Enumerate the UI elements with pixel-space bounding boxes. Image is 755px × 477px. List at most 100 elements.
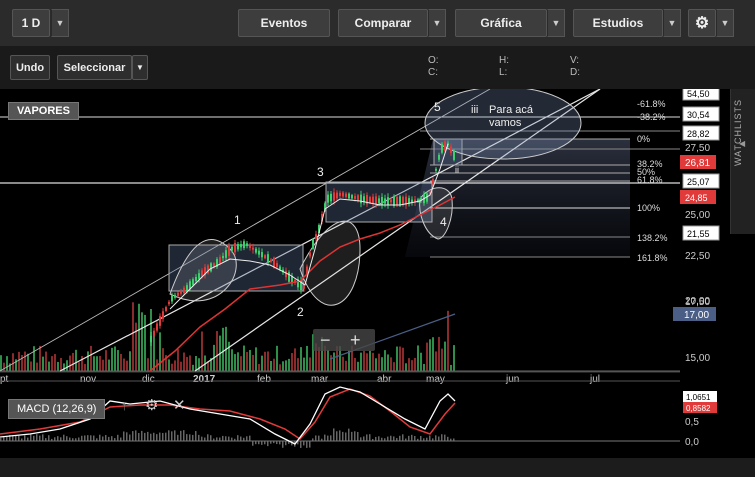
volume-bar [261, 355, 263, 371]
candle-body [201, 270, 203, 277]
macd-histogram-bar [435, 435, 437, 441]
select-tool-button[interactable]: Seleccionar [57, 55, 132, 80]
macd-histogram-bar [207, 434, 209, 441]
macd-histogram-bar [300, 441, 302, 448]
volume-bar [450, 364, 452, 371]
volume-bar [429, 339, 431, 371]
volume-bar [78, 362, 80, 371]
macd-histogram-bar [99, 434, 101, 441]
macd-histogram-bar [126, 432, 128, 441]
macd-histogram-bar [171, 431, 173, 441]
volume-bar [24, 351, 26, 371]
volume-bar [381, 357, 383, 371]
zoom-in-icon[interactable]: + [350, 330, 361, 350]
candle-body [153, 330, 155, 336]
time-tick: mar [311, 374, 329, 385]
volume-bar [216, 331, 218, 371]
volume-bar [174, 360, 176, 371]
volume-bar [102, 359, 104, 371]
macd-histogram-bar [27, 437, 29, 441]
volume-bar [291, 353, 293, 371]
time-tick: abr [377, 374, 392, 385]
undo-button[interactable]: Undo [10, 55, 50, 80]
gear-icon[interactable]: ⚙ [145, 396, 158, 414]
price-tick: 15,00 [685, 353, 710, 364]
volume-bar [120, 353, 122, 371]
volume-bar [378, 353, 380, 371]
macd-histogram-bar [357, 432, 359, 441]
symbol-label[interactable]: VAPORES [8, 102, 79, 120]
macd-histogram-bar [402, 434, 404, 441]
macd-histogram-bar [39, 435, 41, 441]
candle-body [237, 244, 239, 250]
ohlc-high: H: [499, 55, 509, 66]
volume-bar [258, 363, 260, 371]
chart-type-button[interactable]: Gráfica [455, 9, 547, 37]
select-dropdown-caret[interactable]: ▼ [132, 55, 148, 80]
candle-body [222, 255, 224, 259]
close-icon[interactable]: ✕ [173, 396, 186, 414]
compare-button[interactable]: Comparar [338, 9, 428, 37]
wave-label-ii: ii [455, 165, 459, 175]
ellipse-drawing[interactable] [299, 220, 361, 306]
macd-histogram-bar [135, 430, 137, 441]
candle-body [303, 285, 305, 289]
macd-histogram-bar [156, 434, 158, 441]
time-tick: jun [505, 374, 519, 385]
volume-bar [270, 360, 272, 371]
candle-body [384, 198, 386, 204]
candle-body [381, 196, 383, 206]
volume-bar [309, 357, 311, 371]
candle-body [225, 250, 227, 258]
price-tag-text: 21,55 [687, 229, 710, 239]
events-button[interactable]: Eventos [238, 9, 330, 37]
macd-histogram-bar [306, 441, 308, 448]
zoom-out-icon[interactable]: − [320, 330, 331, 350]
macd-histogram-bar [129, 434, 131, 441]
fib-level-label: -61.8% [637, 99, 666, 109]
macd-histogram-bar [411, 434, 413, 441]
watchlists-tab[interactable]: WATCHLISTS ◀ [730, 89, 755, 234]
wave-label-1: 1 [234, 213, 241, 227]
macd-histogram-bar [183, 430, 185, 441]
compare-dropdown-caret[interactable]: ▼ [428, 9, 446, 37]
macd-histogram-bar [390, 435, 392, 441]
ohlc-volume: V: [570, 55, 580, 66]
volume-bar [384, 350, 386, 371]
studies-dropdown-caret[interactable]: ▼ [663, 9, 681, 37]
price-chart-svg[interactable]: 1 2 3 4 5 iii ii Para acá vamos -61.8% -3… [0, 89, 730, 477]
candle-body [267, 254, 269, 264]
arrow-up-icon[interactable]: ↑ [121, 398, 128, 413]
candle-body [390, 199, 392, 203]
settings-dropdown-caret[interactable]: ▼ [716, 9, 734, 37]
volume-bar [294, 348, 296, 371]
settings-button[interactable]: ⚙ [688, 9, 716, 37]
interval-dropdown-caret[interactable]: ▼ [51, 9, 69, 37]
chart-dropdown-caret[interactable]: ▼ [547, 9, 565, 37]
candle-body [375, 196, 377, 205]
candle-body [315, 234, 317, 239]
macd-study-label[interactable]: MACD (12,26,9) [8, 399, 106, 419]
volume-bar [396, 346, 398, 371]
chevron-down-icon: ▼ [136, 63, 144, 72]
candle-body [150, 335, 152, 343]
macd-histogram-bar [87, 435, 89, 441]
volume-bar [345, 360, 347, 371]
interval-button[interactable]: 1 D [12, 9, 50, 37]
volume-bar [264, 351, 266, 371]
volume-bar [408, 358, 410, 371]
macd-histogram-bar [102, 436, 104, 441]
candle-body [228, 246, 230, 256]
macd-histogram-bar [378, 436, 380, 441]
candle-body [354, 196, 356, 199]
volume-bar [117, 350, 119, 371]
volume-bar [12, 353, 14, 371]
chart-area[interactable]: 1 2 3 4 5 iii ii Para acá vamos -61.8% -3… [0, 89, 730, 477]
macd-tick: 0,5 [685, 417, 699, 428]
studies-button[interactable]: Estudios [573, 9, 663, 37]
macd-histogram-bar [447, 436, 449, 441]
candle-body [219, 257, 221, 263]
macd-histogram-bar [36, 434, 38, 441]
macd-histogram-bar [366, 434, 368, 441]
chevron-down-icon: ▼ [55, 18, 65, 28]
